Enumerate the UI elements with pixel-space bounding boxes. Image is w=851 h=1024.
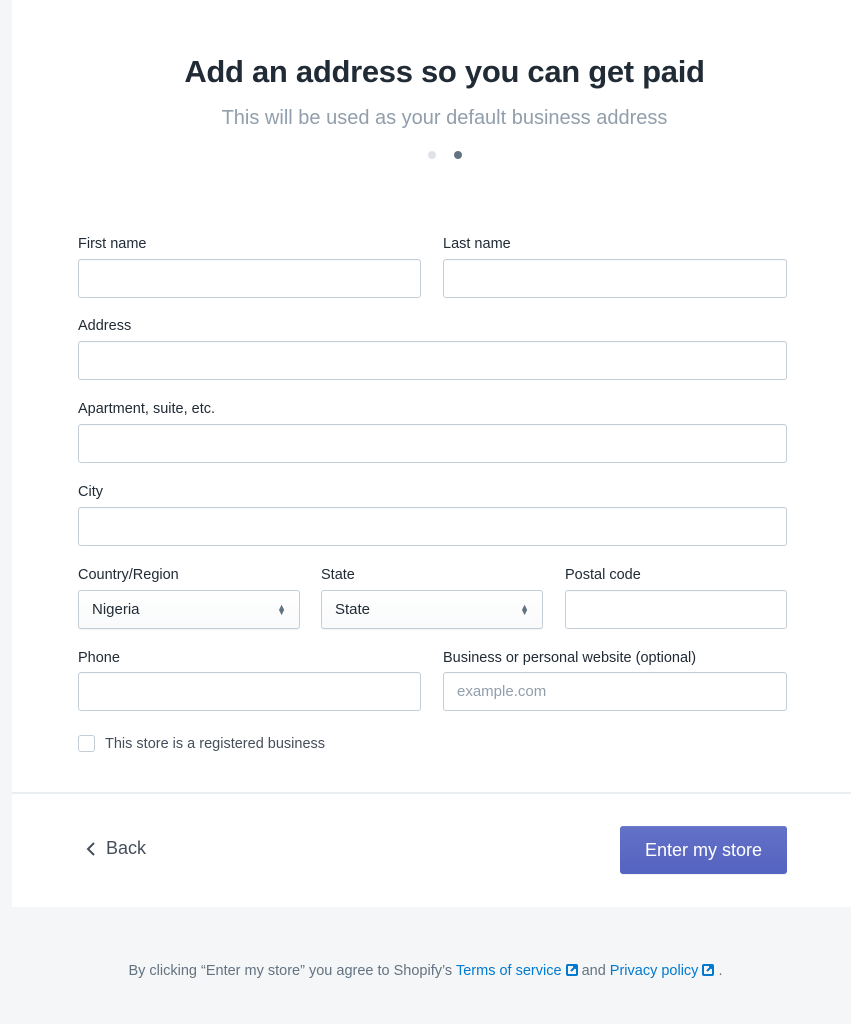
- step-indicator: [12, 151, 851, 159]
- apartment-input[interactable]: [78, 424, 787, 463]
- phone-label: Phone: [78, 650, 120, 666]
- footer-middle: and: [581, 963, 606, 979]
- address-label: Address: [78, 318, 132, 334]
- select-arrows-icon: ▲ ▼: [277, 601, 286, 617]
- state-select[interactable]: State ▲ ▼: [321, 590, 543, 629]
- last-name-label: Last name: [443, 236, 511, 252]
- terms-link-label: Terms of service: [455, 963, 562, 979]
- terms-of-service-link[interactable]: Terms of service: [456, 963, 578, 979]
- country-select-value: Nigeria: [92, 601, 140, 618]
- postal-code-label: Postal code: [565, 567, 641, 583]
- privacy-link-label: Privacy policy: [609, 963, 699, 979]
- page-subtitle: This will be used as your default busine…: [221, 107, 668, 129]
- city-input[interactable]: [78, 507, 787, 546]
- enter-my-store-button[interactable]: Enter my store: [620, 826, 787, 874]
- registered-business-checkbox[interactable]: [78, 735, 95, 752]
- external-link-icon: [565, 964, 578, 976]
- legal-footer: By clicking “Enter my store” you agree t…: [0, 963, 851, 979]
- first-name-input[interactable]: [78, 259, 421, 298]
- step-dot-2-active: [453, 151, 462, 159]
- state-select-value: State: [335, 601, 371, 618]
- chevron-left-icon: [86, 841, 95, 856]
- website-input[interactable]: [443, 672, 787, 711]
- step-dot-1: [427, 151, 436, 159]
- apartment-label: Apartment, suite, etc.: [78, 401, 216, 417]
- card-divider: [12, 792, 851, 794]
- select-arrows-icon: ▲ ▼: [520, 601, 529, 617]
- country-label: Country/Region: [78, 567, 179, 583]
- page-title: Add an address so you can get paid: [184, 54, 705, 89]
- back-button-label: Back: [106, 838, 147, 858]
- country-select[interactable]: Nigeria ▲ ▼: [78, 590, 300, 629]
- address-input[interactable]: [78, 341, 787, 380]
- phone-input[interactable]: [78, 672, 421, 711]
- privacy-policy-link[interactable]: Privacy policy: [610, 963, 715, 979]
- first-name-label: First name: [78, 236, 147, 252]
- registered-business-label: This store is a registered business: [105, 735, 326, 752]
- state-label: State: [321, 567, 355, 583]
- footer-prefix: By clicking “Enter my store” you agree t…: [128, 963, 453, 979]
- website-label: Business or personal website (optional): [443, 650, 697, 666]
- postal-code-input[interactable]: [565, 590, 787, 629]
- last-name-input[interactable]: [443, 259, 787, 298]
- external-link-icon: [702, 964, 715, 976]
- registered-business-option[interactable]: This store is a registered business: [78, 735, 325, 752]
- city-label: City: [78, 484, 103, 500]
- footer-suffix: .: [718, 963, 723, 979]
- back-button[interactable]: Back: [86, 838, 146, 859]
